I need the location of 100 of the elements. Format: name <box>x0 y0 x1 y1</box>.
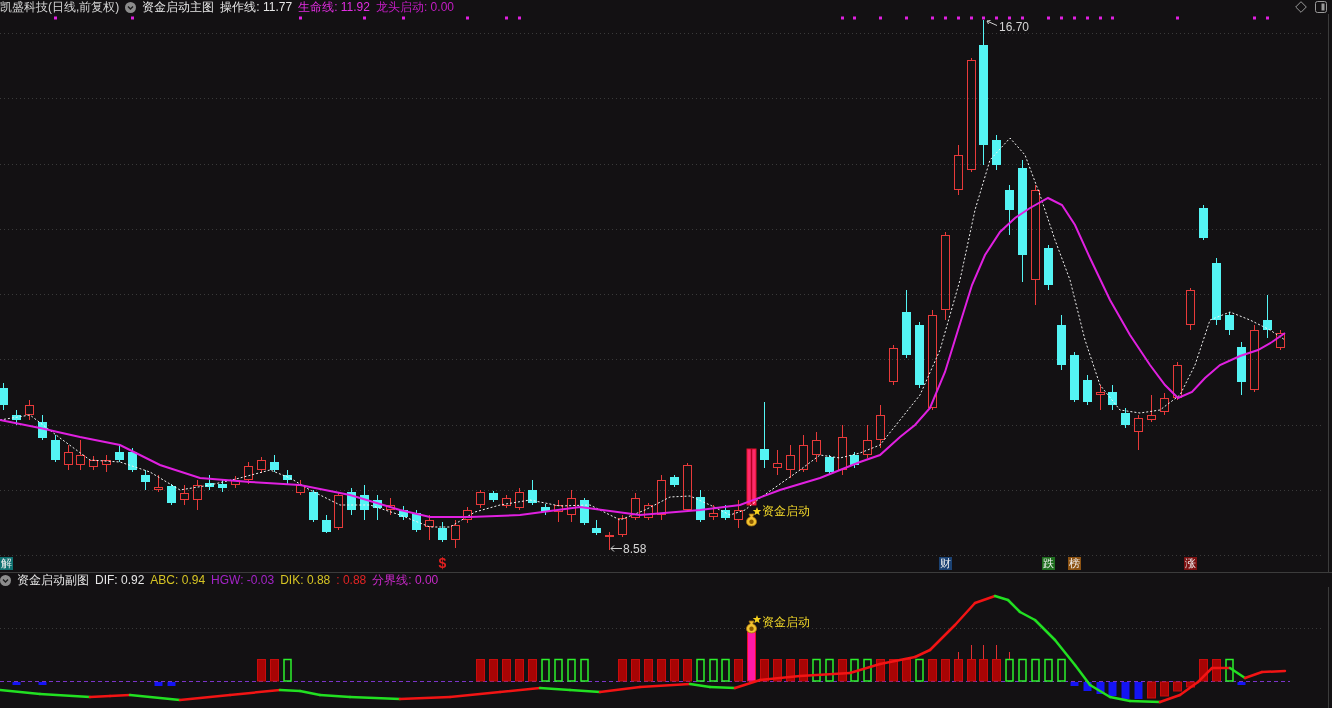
rising-candle <box>1147 394 1156 423</box>
falling-candle <box>1005 184 1014 236</box>
rising-candle <box>102 454 111 473</box>
indicator-reading: DIF: 0.92 <box>95 573 145 587</box>
rising-candle <box>838 424 847 476</box>
falling-candle <box>347 487 356 516</box>
panel-toggle-icon[interactable] <box>1315 1 1327 13</box>
rising-candle <box>180 484 189 506</box>
falling-candle <box>38 414 47 441</box>
rising-candle <box>1173 361 1182 401</box>
falling-candle <box>360 484 369 521</box>
event-marker[interactable]: $ <box>437 555 448 571</box>
rising-candle <box>618 514 627 538</box>
falling-candle <box>309 489 318 523</box>
falling-candle <box>283 469 292 485</box>
dropdown-icon[interactable] <box>125 1 137 13</box>
money-bag-icon <box>746 620 757 634</box>
signal-label: 资金启动 <box>762 504 810 518</box>
event-badge[interactable]: 涨 <box>1184 557 1197 570</box>
arrow-icon <box>610 545 623 552</box>
event-badge[interactable]: 解 <box>0 557 13 570</box>
indicator-reading: ABC: 0.94 <box>150 573 206 587</box>
rising-candle <box>89 455 98 471</box>
rising-candle <box>1160 392 1169 416</box>
rising-candle <box>812 431 821 463</box>
falling-candle <box>1212 257 1221 326</box>
falling-candle <box>128 447 137 473</box>
falling-candle <box>580 497 589 526</box>
falling-candle <box>0 382 8 411</box>
event-badge[interactable]: 跌 <box>1042 557 1055 570</box>
falling-candle <box>115 444 124 463</box>
falling-candle <box>721 504 730 521</box>
indicator-name: 资金启动主图 <box>142 0 215 14</box>
falling-candle <box>902 289 911 359</box>
falling-candle <box>167 483 176 506</box>
indicator-reading: DIK: 0.88 <box>280 573 331 587</box>
falling-candle <box>1057 314 1066 371</box>
indicator-reading: 生命线: 11.92 <box>298 0 370 14</box>
low-price-label: 8.58 <box>623 542 647 556</box>
rising-candle <box>425 514 434 541</box>
money-bag-icon <box>746 513 757 527</box>
indicator-reading: HGW: -0.03 <box>211 573 275 587</box>
event-badge[interactable]: 榜 <box>1068 557 1081 570</box>
rising-candle <box>954 144 963 196</box>
rising-candle <box>683 462 692 513</box>
falling-candle <box>992 134 1001 171</box>
falling-candle <box>51 434 60 463</box>
falling-candle <box>1070 351 1079 403</box>
falling-candle <box>373 494 382 521</box>
falling-candle <box>12 409 21 426</box>
rising-candle <box>1134 414 1143 451</box>
rising-candle <box>257 456 266 474</box>
falling-candle <box>489 490 498 503</box>
falling-candle <box>592 519 601 536</box>
diamond-icon[interactable] <box>1295 1 1307 13</box>
rising-candle <box>76 439 85 471</box>
signal-label: 资金启动 <box>762 615 810 629</box>
rising-candle <box>463 506 472 524</box>
rising-candle <box>773 449 782 476</box>
falling-candle <box>141 469 150 491</box>
star-icon <box>752 507 762 516</box>
falling-candle <box>915 321 924 389</box>
falling-candle <box>528 479 537 506</box>
indicator-reading: 分界线: 0.00 <box>372 573 439 587</box>
rising-candle <box>876 404 885 449</box>
rising-candle <box>154 474 163 493</box>
rising-candle <box>476 489 485 509</box>
falling-candle <box>1083 374 1092 406</box>
high-price-label: 16.70 <box>999 19 1030 34</box>
rising-candle <box>605 531 614 551</box>
falling-candle <box>1237 341 1246 396</box>
rising-candle <box>567 489 576 523</box>
rising-candle <box>386 497 395 516</box>
rising-candle <box>515 487 524 511</box>
dropdown-icon[interactable] <box>0 574 11 586</box>
signal-candle <box>746 448 757 506</box>
rising-candle <box>1250 324 1259 393</box>
indicator-reading: 龙头启动: 0.00 <box>375 0 454 14</box>
rising-candle <box>244 461 253 485</box>
indicator-name: 资金启动副图 <box>17 573 89 587</box>
rising-candle <box>734 499 743 529</box>
rising-candle <box>296 479 305 496</box>
rising-candle <box>1276 329 1285 351</box>
rising-candle <box>334 491 343 531</box>
rising-candle <box>786 444 795 479</box>
falling-candle <box>1108 384 1117 411</box>
falling-candle <box>399 505 408 521</box>
rising-candle <box>1096 384 1105 411</box>
event-badge[interactable]: 财 <box>939 557 952 570</box>
stock-title: 凯盛科技(日线,前复权) <box>0 0 120 14</box>
rising-candle <box>64 444 73 471</box>
falling-candle <box>760 401 769 469</box>
signal-bar <box>747 631 756 682</box>
falling-candle <box>270 454 279 473</box>
rising-candle <box>25 399 34 421</box>
falling-candle <box>670 474 679 488</box>
falling-candle <box>696 489 705 523</box>
star-icon <box>752 615 762 624</box>
rising-candle <box>889 344 898 386</box>
indicator-reading: 操作线: 11.77 <box>220 0 293 14</box>
